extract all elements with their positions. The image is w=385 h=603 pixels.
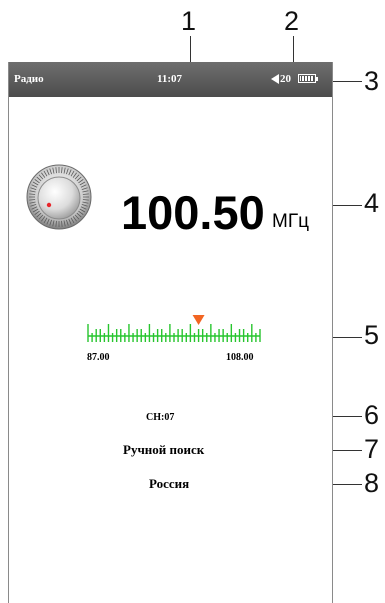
channel-label: CH:07: [146, 412, 175, 423]
callout-5: 5: [364, 320, 380, 350]
callout-4: 4: [364, 188, 380, 218]
callout-3: 3: [364, 66, 380, 96]
callout-2: 2: [284, 6, 300, 36]
tuning-knob-icon[interactable]: [26, 164, 92, 230]
callout-1: 1: [181, 6, 197, 36]
callout-6: 6: [364, 400, 380, 430]
frequency-unit: МГц: [272, 211, 309, 232]
region-item[interactable]: Россия: [149, 476, 189, 492]
battery-tip: [316, 77, 318, 81]
frequency-display: 100.50: [121, 186, 265, 239]
scale-max-label: 108.00: [226, 352, 254, 363]
frequency-scale[interactable]: [84, 312, 264, 352]
callout-8: 8: [364, 468, 380, 498]
status-time: 11:07: [157, 73, 183, 85]
knob-indicator: [46, 202, 52, 208]
speaker-icon: [271, 74, 279, 84]
manual-search-item[interactable]: Ручной поиск: [123, 442, 204, 458]
device-screen: Радио 11:07 20 100.50 МГц 87.00 108.00 C…: [8, 62, 333, 603]
scale-marker-icon: [192, 315, 205, 325]
volume-level: 20: [280, 73, 291, 85]
status-title: Радио: [14, 73, 44, 85]
battery-icon: [298, 74, 316, 83]
status-bar: Радио 11:07 20: [9, 62, 332, 97]
scale-ticks: [87, 324, 261, 342]
leader-line-3: [330, 81, 362, 82]
scale-min-label: 87.00: [87, 352, 110, 363]
callout-7: 7: [364, 434, 380, 464]
